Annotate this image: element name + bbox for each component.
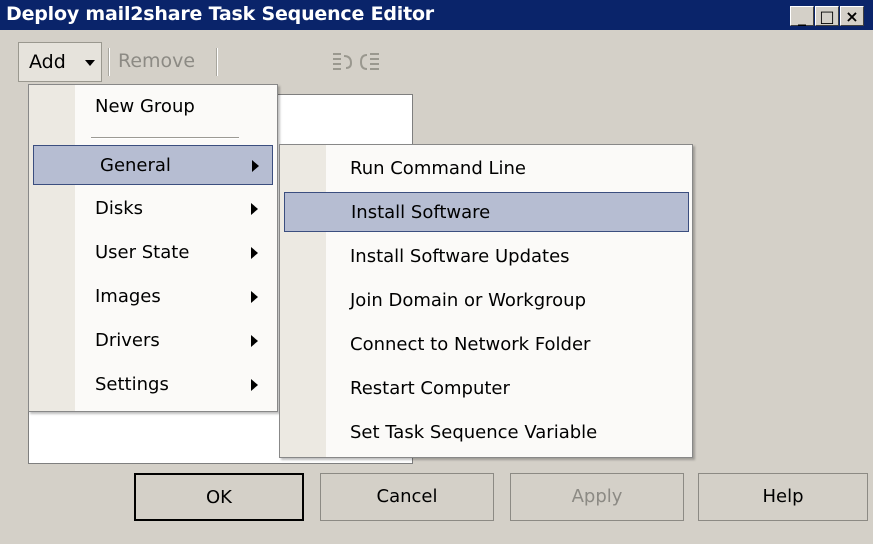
submenu-arrow-icon	[251, 335, 258, 347]
toolbar-separator	[108, 48, 110, 76]
menu-item-images[interactable]: Images	[33, 277, 273, 317]
menu-item-label: Disks	[95, 198, 144, 219]
menu-item-disks[interactable]: Disks	[33, 189, 273, 229]
menu-item-set-task-sequence-variable[interactable]: Set Task Sequence Variable	[284, 413, 689, 453]
toolbar-separator	[216, 48, 218, 76]
menu-item-run-command-line[interactable]: Run Command Line	[284, 149, 689, 189]
add-button-label: Add	[29, 51, 66, 73]
menu-item-label: General	[100, 155, 171, 176]
add-menu: New Group General Disks User State Image…	[28, 84, 278, 412]
menu-item-drivers[interactable]: Drivers	[33, 321, 273, 361]
task-sequence-editor-window: Deploy mail2share Task Sequence Editor _…	[0, 0, 873, 544]
menu-item-label: Set Task Sequence Variable	[350, 422, 598, 443]
menu-item-new-group[interactable]: New Group	[33, 87, 273, 127]
menu-item-label: Run Command Line	[350, 158, 526, 179]
remove-button[interactable]: Remove	[118, 50, 195, 72]
title-bar[interactable]: Deploy mail2share Task Sequence Editor _…	[0, 0, 873, 30]
submenu-arrow-icon	[251, 291, 258, 303]
general-submenu: Run Command Line Install Software Instal…	[279, 144, 693, 458]
menu-item-install-software-updates[interactable]: Install Software Updates	[284, 237, 689, 277]
menu-item-connect-network-folder[interactable]: Connect to Network Folder	[284, 325, 689, 365]
window-title: Deploy mail2share Task Sequence Editor	[6, 3, 434, 25]
maximize-button[interactable]: □	[815, 6, 839, 26]
menu-item-label: Connect to Network Folder	[350, 334, 591, 355]
menu-item-restart-computer[interactable]: Restart Computer	[284, 369, 689, 409]
menu-item-install-software[interactable]: Install Software	[284, 192, 689, 232]
menu-item-user-state[interactable]: User State	[33, 233, 273, 273]
minimize-button[interactable]: _	[790, 6, 814, 26]
ok-button[interactable]: OK	[134, 473, 304, 521]
menu-item-label: New Group	[95, 96, 195, 117]
apply-button[interactable]: Apply	[510, 473, 684, 521]
menu-item-label: Restart Computer	[350, 378, 510, 399]
dropdown-arrow-icon	[85, 60, 95, 66]
menu-item-label: User State	[95, 242, 190, 263]
menu-item-label: Settings	[95, 374, 169, 395]
submenu-arrow-icon	[252, 160, 259, 172]
move-down-icon[interactable]	[358, 50, 382, 74]
submenu-arrow-icon	[251, 203, 258, 215]
help-button[interactable]: Help	[698, 473, 868, 521]
menu-item-join-domain[interactable]: Join Domain or Workgroup	[284, 281, 689, 321]
menu-item-general[interactable]: General	[33, 145, 273, 185]
menu-item-label: Install Software	[351, 202, 491, 223]
menu-item-label: Install Software Updates	[350, 246, 570, 267]
menu-item-label: Join Domain or Workgroup	[350, 290, 587, 311]
move-up-icon[interactable]	[330, 50, 354, 74]
menu-item-settings[interactable]: Settings	[33, 365, 273, 405]
submenu-arrow-icon	[251, 379, 258, 391]
menu-item-label: Drivers	[95, 330, 160, 351]
menu-item-label: Images	[95, 286, 161, 307]
cancel-button[interactable]: Cancel	[320, 473, 494, 521]
add-button[interactable]: Add	[18, 42, 102, 82]
submenu-arrow-icon	[251, 247, 258, 259]
toolbar: Add Remove	[18, 42, 418, 82]
close-button[interactable]: ×	[840, 6, 864, 26]
menu-separator	[91, 137, 239, 139]
